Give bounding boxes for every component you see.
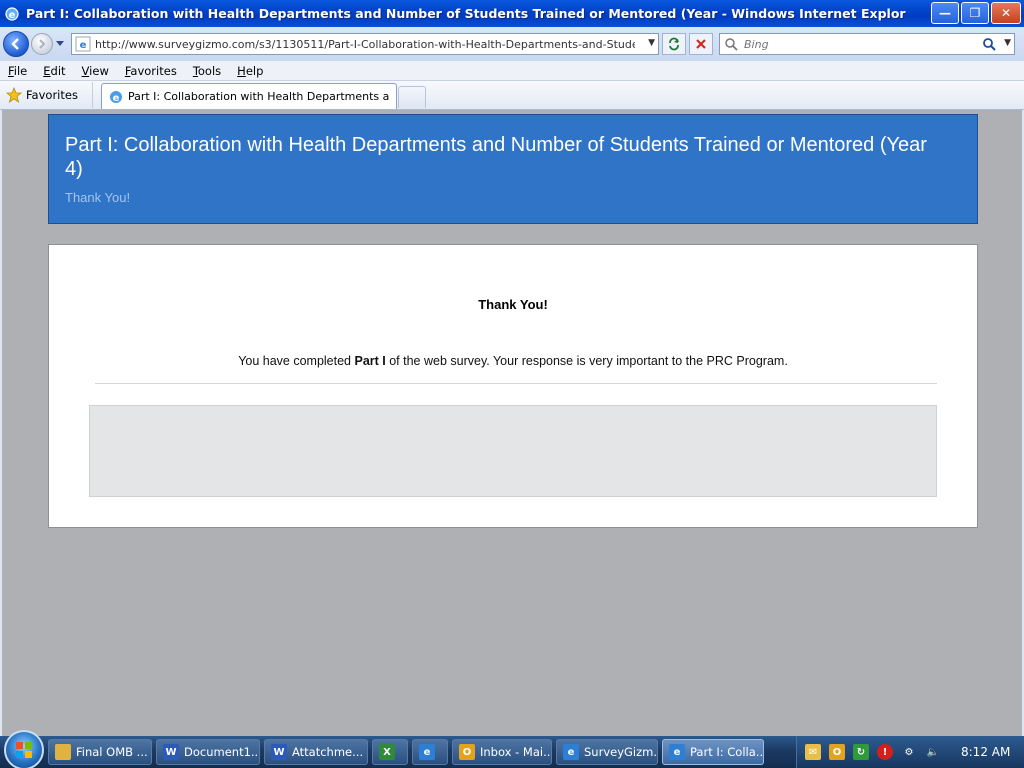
internet-explorer-icon: e (419, 744, 435, 760)
system-tray: ✉ O ↻ ! ⚙ 🔈 8:12 AM (796, 736, 1024, 768)
close-button[interactable]: ✕ (991, 2, 1021, 24)
taskbar-item-surveygizmo[interactable]: e SurveyGizm... (556, 739, 658, 765)
address-bar[interactable]: e ▼ (71, 33, 659, 55)
survey-subtitle: Thank You! (65, 190, 131, 205)
page-viewport: Part I: Collaboration with Health Depart… (0, 110, 1024, 736)
address-input[interactable] (95, 37, 635, 51)
tab-bar: Favorites e Part I: Collaboration with H… (0, 81, 1024, 110)
svg-text:e: e (113, 93, 120, 104)
chevron-down-icon (56, 41, 64, 46)
menu-bar: File Edit View Favorites Tools Help (0, 61, 1024, 81)
survey-navigation-panel (89, 405, 937, 497)
sync-icon[interactable]: ↻ (853, 744, 869, 760)
thank-you-heading: Thank You! (478, 297, 548, 312)
network-icon[interactable]: ⚙ (901, 744, 917, 760)
survey-title: Part I: Collaboration with Health Depart… (65, 134, 927, 180)
windows-logo-icon (16, 742, 32, 758)
internet-explorer-icon: e (669, 744, 685, 760)
tab-active-survey[interactable]: e Part I: Collaboration with Health Depa… (100, 83, 397, 109)
favorites-label: Favorites (26, 88, 78, 102)
menu-file[interactable]: File (0, 64, 35, 78)
window-title: Part I: Collaboration with Health Depart… (26, 6, 906, 21)
forward-button[interactable] (31, 33, 53, 55)
volume-icon[interactable]: 🔈 (925, 744, 941, 760)
menu-tools[interactable]: Tools (185, 64, 229, 78)
taskbar-item-inbox[interactable]: O Inbox - Mai... (452, 739, 552, 765)
search-input[interactable] (744, 37, 984, 51)
restore-button[interactable]: ❐ (961, 2, 989, 24)
menu-edit[interactable]: Edit (35, 64, 73, 78)
navigation-bar: e ▼ ▼ (0, 27, 1024, 61)
search-box[interactable]: ▼ (719, 33, 1015, 55)
taskbar-item-part-i[interactable]: e Part I: Colla... (662, 739, 764, 765)
taskbar: Final OMB ... W Document1... W Attatchme… (0, 730, 1024, 768)
alert-icon[interactable]: ! (877, 744, 893, 760)
internet-explorer-icon: e (109, 90, 122, 104)
search-dropdown-icon[interactable]: ▼ (1004, 38, 1011, 48)
taskbar-item-excel[interactable]: X (372, 739, 408, 765)
clock[interactable]: 8:12 AM (961, 745, 1010, 759)
forward-arrow-icon (39, 39, 46, 49)
back-button[interactable] (3, 31, 29, 57)
stop-button[interactable] (689, 33, 713, 55)
menu-help[interactable]: Help (229, 64, 271, 78)
refresh-button[interactable] (662, 33, 686, 55)
survey-card: Thank You! You have completed Part I of … (48, 244, 978, 528)
svg-text:e: e (80, 40, 87, 51)
stop-icon (696, 39, 706, 49)
excel-icon: X (379, 744, 395, 760)
taskbar-item-ie[interactable]: e (412, 739, 448, 765)
history-dropdown[interactable] (53, 31, 67, 57)
menu-view[interactable]: View (74, 64, 117, 78)
minimize-button[interactable]: — (931, 2, 959, 24)
search-logo-icon (725, 38, 738, 51)
taskbar-item-document1[interactable]: W Document1... (156, 739, 260, 765)
survey-header: Part I: Collaboration with Health Depart… (48, 114, 978, 224)
internet-explorer-icon: e (5, 6, 19, 21)
back-arrow-icon (11, 38, 19, 50)
taskbar-item-final-omb[interactable]: Final OMB ... (48, 739, 152, 765)
mail-icon[interactable]: ✉ (805, 744, 821, 760)
folder-icon (55, 744, 71, 760)
start-button[interactable] (4, 730, 44, 768)
divider (95, 383, 937, 384)
tab-label: Part I: Collaboration with Health Depart… (127, 90, 390, 103)
search-icon[interactable] (982, 37, 996, 51)
menu-favorites[interactable]: Favorites (117, 64, 185, 78)
refresh-icon (669, 37, 679, 51)
new-tab-button[interactable] (397, 86, 426, 108)
page-icon: e (75, 36, 91, 52)
outlook-icon: O (459, 744, 475, 760)
window-title-bar[interactable]: e Part I: Collaboration with Health Depa… (0, 0, 1024, 27)
outlook-icon[interactable]: O (829, 744, 845, 760)
address-dropdown-icon[interactable]: ▼ (648, 38, 655, 48)
svg-text:e: e (9, 10, 16, 21)
star-icon (6, 87, 22, 103)
completion-message: You have completed Part I of the web sur… (238, 354, 788, 368)
favorites-button[interactable]: Favorites (6, 82, 93, 108)
taskbar-item-attachment[interactable]: W Attatchme... (264, 739, 368, 765)
word-icon: W (163, 744, 179, 760)
word-icon: W (271, 744, 287, 760)
internet-explorer-icon: e (563, 744, 579, 760)
